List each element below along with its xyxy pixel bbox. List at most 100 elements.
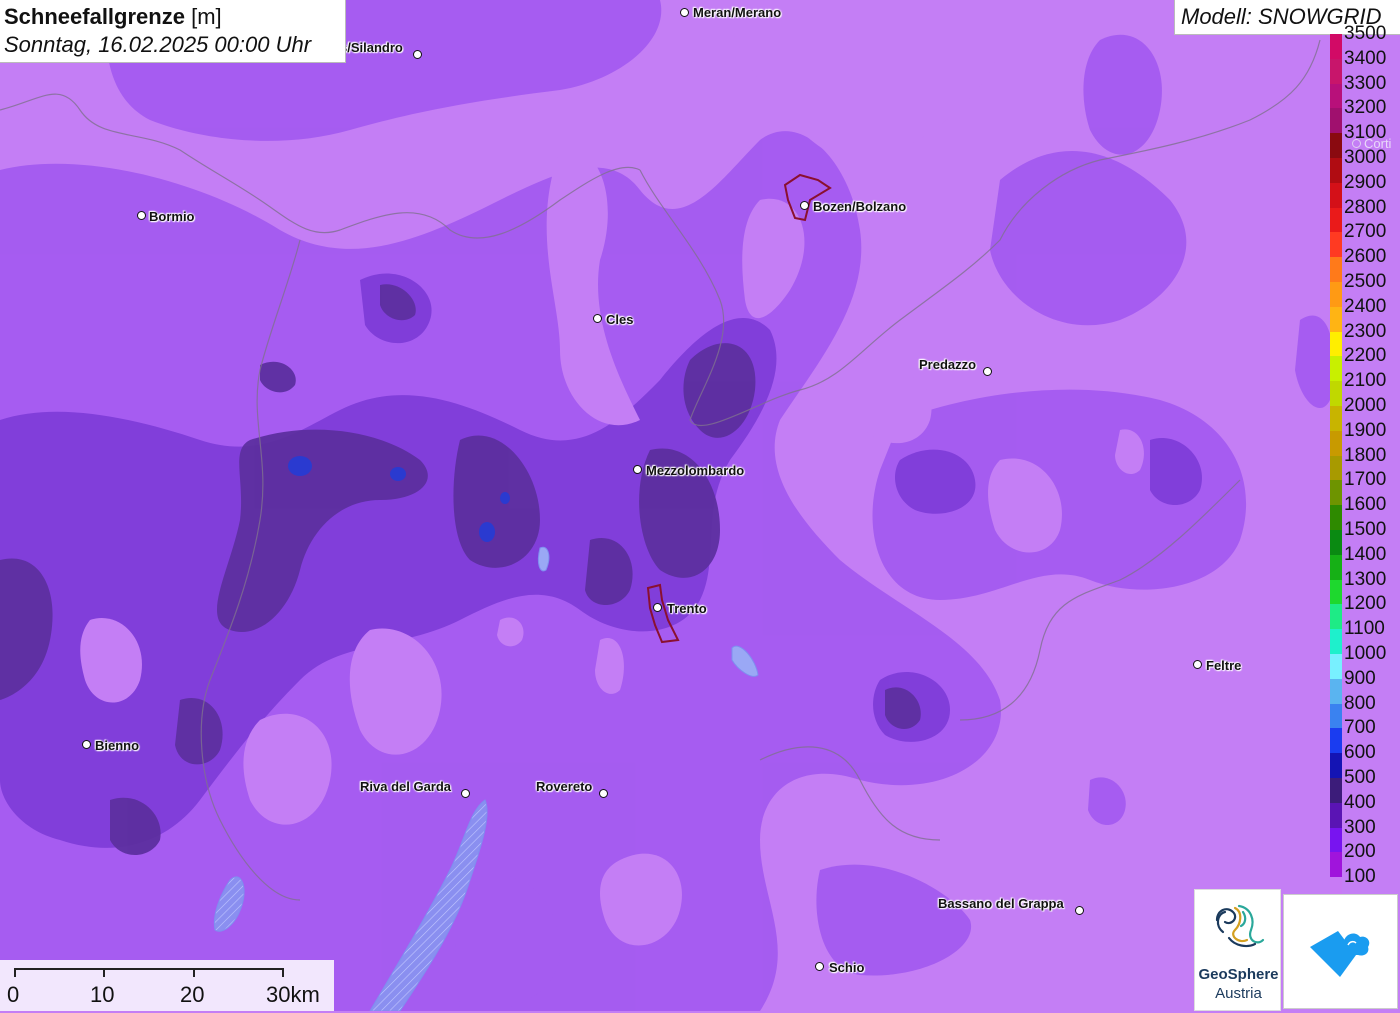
- title-name: Schneefallgrenze: [4, 4, 185, 29]
- legend-label: 2200: [1344, 345, 1387, 367]
- city-label: s/Silandro: [340, 40, 403, 55]
- legend-row: 2400: [1328, 295, 1400, 332]
- legend-label: 3200: [1344, 97, 1387, 119]
- city-label: Mezzolombardo: [646, 463, 745, 478]
- legend-row: 1700: [1328, 468, 1400, 506]
- city-label: Trento: [667, 601, 707, 616]
- legend-row: 1400: [1328, 543, 1400, 580]
- legend-label: 900: [1344, 667, 1376, 689]
- legend-label: 1900: [1344, 419, 1387, 441]
- legend-row: 3400: [1328, 47, 1400, 84]
- scale-line: [14, 968, 284, 970]
- legend-label: 3300: [1344, 72, 1387, 94]
- scale-tick: [282, 968, 284, 977]
- legend-row: 2800: [1328, 196, 1400, 233]
- city-dot: [82, 740, 91, 749]
- city-label: Cles: [606, 312, 634, 327]
- scale-tick: [193, 968, 195, 977]
- map-title: Schneefallgrenze [m]: [4, 3, 341, 31]
- scale-label: 0: [7, 982, 20, 1007]
- app-logo[interactable]: [1283, 894, 1398, 1009]
- legend-row: 1000: [1328, 642, 1400, 679]
- legend-label: 1300: [1344, 568, 1387, 590]
- legend-row: 2000: [1328, 394, 1400, 431]
- city-label: Bozen/Bolzano: [813, 199, 907, 214]
- legend-label: 400: [1344, 791, 1376, 813]
- city-dot: [461, 789, 470, 798]
- scale-label: 20: [180, 982, 205, 1007]
- legend-row: 100: [1328, 865, 1400, 902]
- legend-row: 3300: [1328, 72, 1400, 109]
- scale-tick: [14, 968, 16, 977]
- city-dot: [815, 962, 824, 971]
- legend-label: 2100: [1344, 370, 1387, 392]
- city-label: Bienno: [95, 738, 140, 753]
- legend-row: 2600: [1328, 245, 1400, 282]
- mountain-cloud-icon: [1310, 931, 1370, 977]
- city-dot: [633, 465, 642, 474]
- legend-row: 600: [1328, 741, 1400, 778]
- legend-row: 1800: [1328, 444, 1400, 481]
- legend-label: 2900: [1344, 171, 1387, 193]
- geosphere-logo[interactable]: GeoSphere Austria: [1194, 889, 1281, 1011]
- legend-row: 2500: [1328, 270, 1400, 307]
- map-date: Sonntag, 16.02.2025 00:00 Uhr: [4, 32, 312, 57]
- legend-row: 2200: [1328, 344, 1400, 382]
- legend-row: 2300: [1328, 320, 1400, 357]
- legend-label: 500: [1344, 767, 1376, 788]
- legend-row: 800: [1328, 692, 1400, 729]
- legend-label: 700: [1344, 717, 1376, 739]
- legend-label: 2000: [1344, 395, 1387, 416]
- legend-label: 3000: [1344, 147, 1387, 168]
- legend-label: 600: [1344, 742, 1376, 764]
- legend-label: 1000: [1344, 643, 1387, 664]
- legend-label: 2600: [1344, 246, 1387, 268]
- legend-label: 3100: [1344, 122, 1387, 144]
- legend-label: 1500: [1344, 519, 1387, 540]
- legend-row: 1500: [1328, 518, 1400, 555]
- legend-row: 2900: [1328, 171, 1400, 208]
- scale-tick: [103, 968, 105, 977]
- city-label: Bormio: [149, 209, 195, 224]
- legend-row: 1600: [1328, 493, 1400, 530]
- logo-line2: Austria: [1215, 985, 1262, 1002]
- legend-row: 400: [1328, 791, 1400, 828]
- legend-row: 900: [1328, 667, 1400, 704]
- legend-label: 1200: [1344, 593, 1387, 615]
- city-dot: [1075, 906, 1084, 915]
- title-unit: [m]: [191, 4, 222, 29]
- legend-label: 1100: [1344, 618, 1385, 640]
- city-dot: [593, 314, 602, 323]
- legend-label: 1600: [1344, 494, 1387, 516]
- geosphere-emblem-icon: [1215, 904, 1265, 948]
- legend-label: 300: [1344, 816, 1376, 838]
- legend-label: 2300: [1344, 320, 1387, 342]
- scale-label: 30km: [266, 982, 320, 1007]
- city-dot: [653, 603, 662, 612]
- legend-row: 2700: [1328, 220, 1400, 258]
- city-label: Bassano del Grappa: [938, 896, 1064, 911]
- legend-row: 2100: [1328, 369, 1400, 406]
- city-label: Schio: [829, 960, 865, 975]
- city-dot: [1193, 660, 1202, 669]
- legend-label: 800: [1344, 692, 1376, 714]
- snowline-map[interactable]: [0, 0, 1400, 1011]
- legend-label: 2800: [1344, 196, 1387, 218]
- legend-label: 100: [1344, 866, 1376, 888]
- legend-label: 1800: [1344, 444, 1387, 466]
- legend-label: 3400: [1344, 47, 1387, 69]
- legend-row: 1200: [1328, 592, 1400, 630]
- legend-row: 500: [1328, 766, 1400, 803]
- legend-row: 200: [1328, 840, 1400, 878]
- legend-label: 1700: [1344, 469, 1387, 491]
- legend-row: 3100: [1328, 121, 1400, 158]
- legend-row: 700: [1328, 716, 1400, 754]
- map-title-box: Schneefallgrenze [m] Sonntag, 16.02.2025…: [0, 0, 346, 63]
- legend-row: 1900: [1328, 419, 1400, 456]
- legend-label: 2500: [1344, 271, 1387, 292]
- city-label: Rovereto: [536, 779, 593, 794]
- legend-row: 3000: [1328, 146, 1400, 183]
- city-dot: [137, 211, 146, 220]
- city-label: Predazzo: [919, 357, 977, 372]
- legend-label: 1400: [1344, 543, 1387, 565]
